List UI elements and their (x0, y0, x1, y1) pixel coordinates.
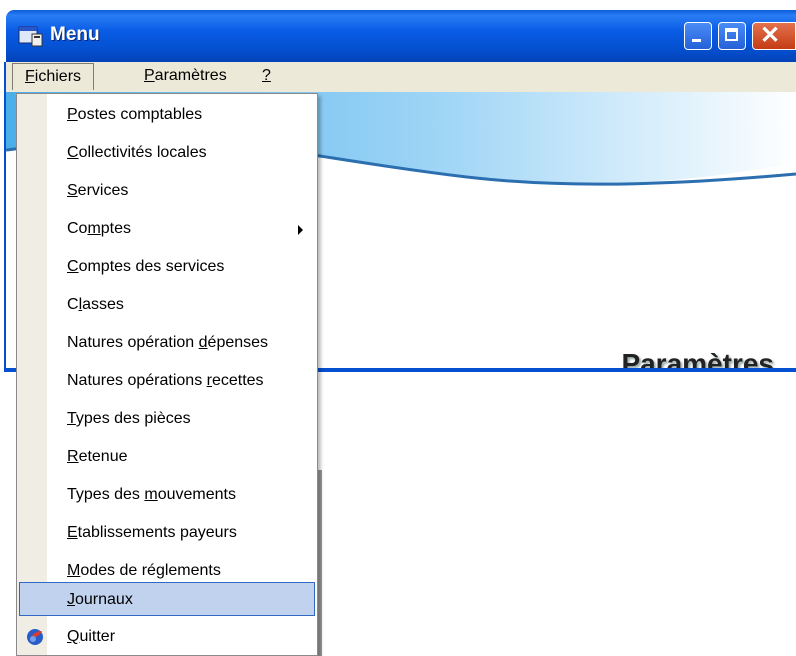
quit-icon (27, 629, 43, 645)
menu-item-types-des-mouvements[interactable]: Types des mouvements (19, 478, 315, 512)
menu-item-types-des-pieces[interactable]: Types des pièces (19, 402, 315, 436)
menu-item-natures-operations-recettes[interactable]: Natures opérations recettes (19, 364, 315, 398)
maximize-button[interactable] (718, 22, 746, 50)
menu-parametres[interactable]: Paramètres (138, 67, 233, 85)
menu-help[interactable]: ? (256, 67, 277, 85)
minimize-button[interactable] (684, 22, 712, 50)
menu-item-quitter[interactable]: Quitter (19, 620, 315, 654)
menu-item-services[interactable]: Services (19, 174, 315, 208)
menu-item-journaux[interactable]: Journaux (19, 582, 315, 616)
menu-item-collectivites-locales[interactable]: Collectivités locales (19, 136, 315, 170)
app-window-icon (18, 26, 43, 47)
background-window-edge (318, 470, 322, 656)
menu-item-classes[interactable]: Classes (19, 288, 315, 322)
title-bar[interactable]: Menu ✕ (6, 10, 796, 62)
banner-title: Paramètres (621, 348, 774, 368)
minimize-icon (692, 39, 701, 42)
fichiers-dropdown-menu: Postes comptables Collectivités locales … (16, 93, 318, 656)
menu-item-comptes-des-services[interactable]: Comptes des services (19, 250, 315, 284)
menu-fichiers[interactable]: Fichiers (12, 63, 95, 90)
close-button[interactable]: ✕ (752, 22, 796, 50)
menu-item-retenue[interactable]: Retenue (19, 440, 315, 474)
menu-item-comptes[interactable]: Comptes (19, 212, 315, 246)
window-title: Menu (50, 24, 100, 45)
menu-bar: Fichiers Paramètres ? (6, 62, 796, 93)
submenu-arrow-icon (298, 225, 303, 235)
close-icon: ✕ (760, 22, 781, 49)
menu-item-etablissements-payeurs[interactable]: Etablissements payeurs (19, 516, 315, 550)
menu-item-postes-comptables[interactable]: Postes comptables (19, 98, 315, 132)
maximize-icon (725, 28, 738, 41)
menu-item-natures-operation-depenses[interactable]: Natures opération dépenses (19, 326, 315, 360)
